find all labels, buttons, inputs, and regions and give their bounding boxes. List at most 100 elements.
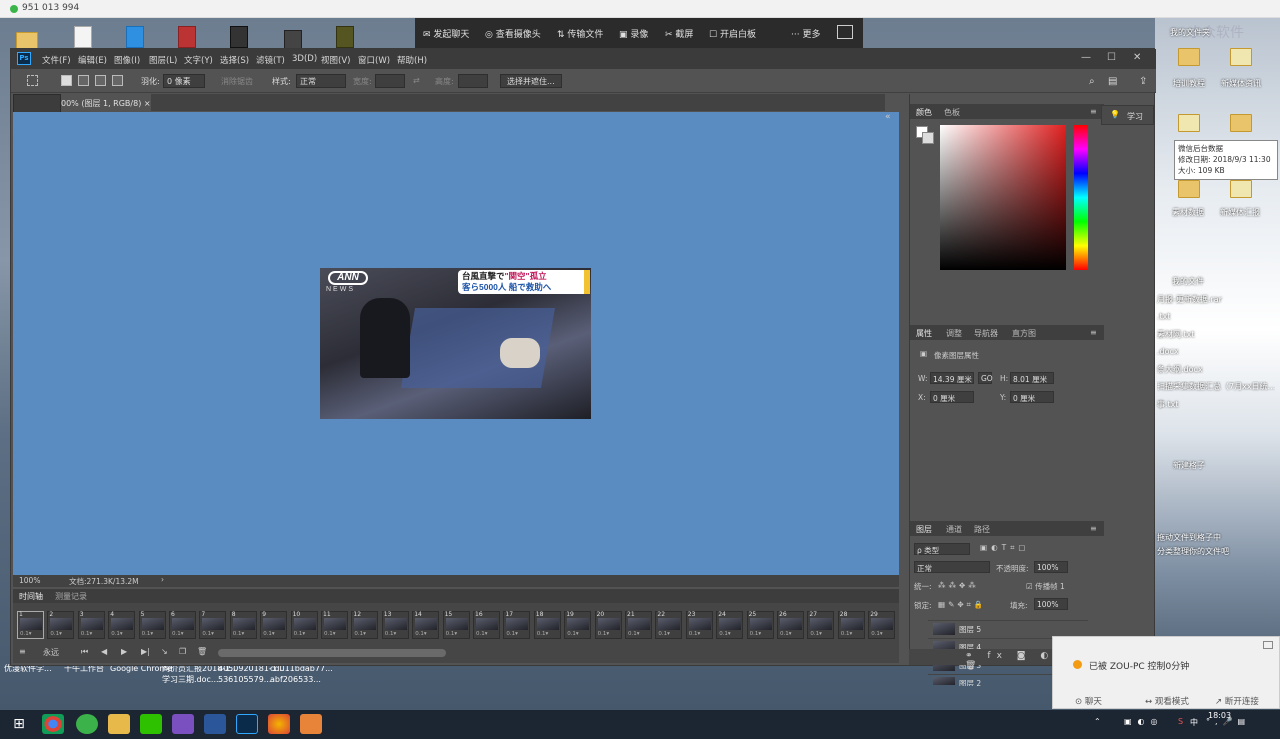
layer-row[interactable]: 图层 5 [928,620,1088,636]
desktop-file-label[interactable]: .txt [1157,312,1171,321]
style-select[interactable]: 正常 [296,74,346,88]
camera-button[interactable]: ◎ 查看摄像头 [485,27,541,40]
remote-app-icon[interactable] [300,714,322,734]
menu-file[interactable]: 文件(F) [42,54,71,66]
timeline-frame[interactable]: 14 0.1▾ [412,611,440,639]
timeline-frame[interactable]: 11 0.1▾ [321,611,348,639]
timeline-frame[interactable]: 9 0.1▾ [260,611,288,639]
windows-start-icon[interactable]: ⊞ [8,714,30,734]
workspace-icon[interactable]: ▤ [1108,76,1117,87]
menu-filter[interactable]: 滤镜(T) [256,54,285,66]
frame-delay[interactable]: 0.1▾ [476,631,488,637]
tab-color[interactable]: 颜色 [916,107,932,118]
tray-expand-icon[interactable]: ⌃ [1094,717,1101,726]
record-button[interactable]: ▣ 录像 [619,27,648,40]
timeline-scrollbar[interactable] [218,649,446,657]
timeline-frame[interactable]: 28 0.1▾ [837,611,865,639]
play-icon[interactable]: ▶ [121,647,127,656]
view-mode-button[interactable]: ↔ 观看模式 [1145,695,1189,707]
desktop-label[interactable]: 培训教程 [1173,78,1205,89]
frame-delay[interactable]: 0.1▾ [294,631,306,637]
minimize-icon[interactable]: — [1081,52,1091,63]
document-icon[interactable] [1228,44,1254,68]
desktop-label[interactable]: 学习三期.doc... [162,675,219,685]
maximize-icon[interactable]: ☐ [1107,52,1116,63]
height-input[interactable] [458,74,488,88]
app-icon[interactable] [76,714,98,734]
subtract-selection-icon[interactable] [95,75,106,86]
frame-delay[interactable]: 0.1▾ [750,631,762,637]
loop-select[interactable]: 永远 [43,647,59,658]
search-icon[interactable]: ⌕ [1089,76,1095,87]
desktop-file-label[interactable]: 条大纲.docx [1157,364,1203,375]
word-icon[interactable] [204,714,226,734]
tab-navigator[interactable]: 导航器 [974,328,998,339]
timeline-frame[interactable]: 29 0.1▾ [868,611,896,639]
panel-menu-icon[interactable]: ≡ [1090,328,1097,337]
tab-measurement-log[interactable]: 测量记录 [55,591,87,602]
document-image[interactable]: ANN NEWS 台風直撃で"関空"孤立 客ら5000人 船で救助へ [320,268,591,419]
timeline-frame[interactable]: 3 0.1▾ [77,611,105,639]
transfer-file-button[interactable]: ⇅ 传输文件 [557,27,603,40]
timeline-frame[interactable]: 12 0.1▾ [351,611,379,639]
fullscreen-icon[interactable] [837,25,853,39]
desktop-label[interactable]: 素材数据 [1172,207,1204,218]
frame-delay[interactable]: 0.1▾ [658,631,670,637]
blend-mode-select[interactable]: 正常 [914,561,990,573]
frame-delay[interactable]: 0.1▾ [20,631,32,637]
frame-delay[interactable]: 0.1▾ [142,631,154,637]
width-input[interactable] [375,74,405,88]
frame-delay[interactable]: 0.1▾ [233,631,245,637]
select-and-mask-button[interactable]: 选择并遮住... [500,74,562,88]
timeline-frame[interactable]: 26 0.1▾ [777,611,804,639]
desktop-file-label[interactable]: .docx [1157,347,1179,356]
timeline-frame[interactable]: 1 0.1▾ [17,611,44,639]
height-field[interactable]: 8.01 厘米 [1010,372,1054,384]
timeline-frame[interactable]: 8 0.1▾ [229,611,257,639]
chrome-icon[interactable] [42,714,64,734]
hue-slider[interactable] [1074,125,1088,270]
opacity-field[interactable]: 100% [1034,561,1068,573]
whiteboard-button[interactable]: ☐ 开启白板 [709,27,756,40]
timeline-frame[interactable]: 10 0.1▾ [290,611,318,639]
frame-delay[interactable]: 0.1▾ [50,631,62,637]
panel-menu-icon[interactable]: ≡ [1090,524,1097,533]
desktop-file-label[interactable]: 我的文件 [1172,276,1204,287]
layer-filter-icons[interactable]: ▣◐T⌗▢ [980,543,1030,553]
timeline-frame[interactable]: 19 0.1▾ [564,611,592,639]
frame-delay[interactable]: 0.1▾ [172,631,184,637]
desktop-icon[interactable] [70,26,96,50]
frame-delay[interactable]: 0.1▾ [598,631,610,637]
timeline-frame[interactable]: 23 0.1▾ [685,611,713,639]
timeline-frame[interactable]: 20 0.1▾ [594,611,622,639]
timeline-frame[interactable]: 7 0.1▾ [199,611,227,639]
desktop-file-label[interactable]: 月报-更新数据.rar [1157,294,1222,305]
minimize-icon[interactable] [1263,641,1273,649]
desktop-label[interactable]: 新媒体汇报 [1220,207,1260,218]
desktop-label[interactable]: 新媒体资讯 [1221,78,1261,89]
document-icon[interactable] [1228,110,1254,134]
share-icon[interactable]: ⇪ [1139,76,1147,87]
menu-window[interactable]: 窗口(W) [358,54,390,66]
timeline-frame[interactable]: 2 0.1▾ [47,611,75,639]
timeline-frame[interactable]: 22 0.1▾ [655,611,683,639]
file-explorer-icon[interactable] [108,714,130,734]
panel-collapse-icon[interactable]: « [885,112,899,126]
tab-timeline[interactable]: 时间轴 [19,591,43,602]
first-frame-icon[interactable]: ⏮ [81,647,88,657]
menu-help[interactable]: 帮助(H) [397,54,427,66]
timeline-frame[interactable]: 4 0.1▾ [108,611,136,639]
frame-delay[interactable]: 0.1▾ [506,631,518,637]
duplicate-frame-icon[interactable]: ❐ [179,647,186,656]
frame-delay[interactable]: 0.1▾ [111,631,123,637]
frame-delay[interactable]: 0.1▾ [841,631,853,637]
chat-button[interactable]: ⊙ 聊天 [1075,695,1102,707]
app-icon[interactable] [268,714,290,734]
timeline-frame[interactable]: 25 0.1▾ [746,611,774,639]
menu-3d[interactable]: 3D(D) [292,54,317,64]
timeline-frame[interactable]: 24 0.1▾ [716,611,744,639]
desktop-icon[interactable] [226,26,252,50]
swap-icon[interactable]: ⇄ [413,76,420,85]
ime-mode[interactable]: 中 [1190,717,1198,728]
timeline-frame[interactable]: 17 0.1▾ [503,611,531,639]
